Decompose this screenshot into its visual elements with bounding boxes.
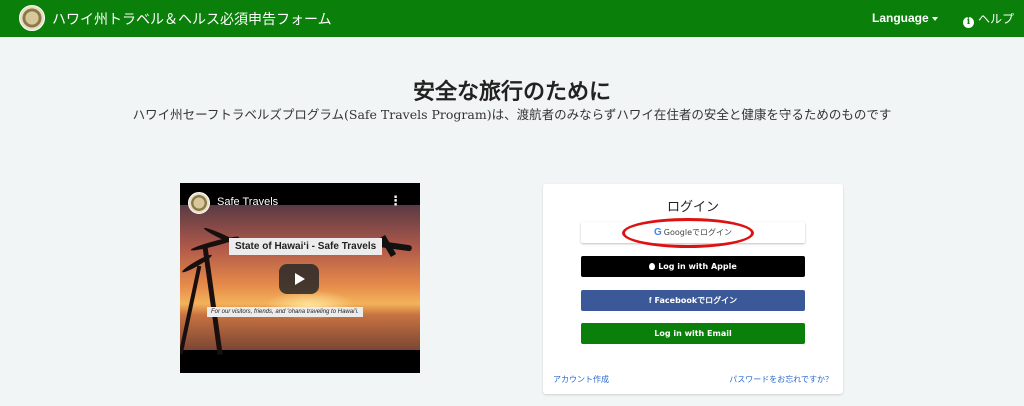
language-label: Language xyxy=(872,11,929,25)
brand-title[interactable]: ハワイ州トラベル＆ヘルス必須申告フォーム xyxy=(52,9,332,29)
facebook-icon: f xyxy=(648,296,652,305)
caret-down-icon xyxy=(931,16,938,21)
facebook-login-button[interactable]: f Facebookでログイン xyxy=(581,290,805,311)
video-banner-text: State of Hawaiʻi - Safe Travels xyxy=(229,238,383,255)
email-login-button[interactable]: Log in with Email xyxy=(581,323,805,344)
apple-icon xyxy=(649,263,656,270)
palm-tree-icon xyxy=(202,245,223,355)
help-link[interactable]: i ヘルプ xyxy=(963,10,1014,28)
play-icon[interactable] xyxy=(279,264,319,294)
apple-login-label: Log in with Apple xyxy=(658,262,737,271)
help-label: ヘルプ xyxy=(978,12,1015,26)
login-card: ログイン G Googleでログイン Log in with Apple f Fac… xyxy=(543,184,843,394)
email-login-label: Log in with Email xyxy=(654,329,732,338)
channel-avatar[interactable] xyxy=(188,192,210,214)
apple-login-button[interactable]: Log in with Apple xyxy=(581,256,805,277)
video-player[interactable]: Safe Travels ⋮ State of Hawaiʻi - Safe T… xyxy=(180,183,420,373)
google-icon: G xyxy=(654,227,662,238)
create-account-link[interactable]: アカウント作成 xyxy=(553,374,609,385)
login-title: ログイン xyxy=(666,200,719,215)
palm-tree-icon xyxy=(180,265,202,355)
page-subtitle: ハワイ州セーフトラベルズプログラム(Safe Travels Program)は… xyxy=(132,107,892,122)
page-title: 安全な旅行のために xyxy=(412,80,611,105)
top-navbar: ハワイ州トラベル＆ヘルス必須申告フォーム Language i ヘルプ xyxy=(0,0,1024,37)
info-icon: i xyxy=(963,17,974,28)
google-login-button[interactable]: G Googleでログイン xyxy=(581,222,805,243)
forgot-password-link[interactable]: パスワードをお忘れですか？ xyxy=(729,374,833,385)
facebook-login-label: Facebookでログイン xyxy=(654,296,738,305)
google-login-label: Googleでログイン xyxy=(663,228,732,237)
language-dropdown[interactable]: Language xyxy=(872,11,938,25)
video-title[interactable]: Safe Travels xyxy=(217,196,278,208)
hawaii-state-seal-icon[interactable] xyxy=(19,5,45,31)
kebab-menu-icon[interactable]: ⋮ xyxy=(389,195,402,208)
video-caption-text: For our visitors, friends, and ʻohana tr… xyxy=(207,307,363,317)
